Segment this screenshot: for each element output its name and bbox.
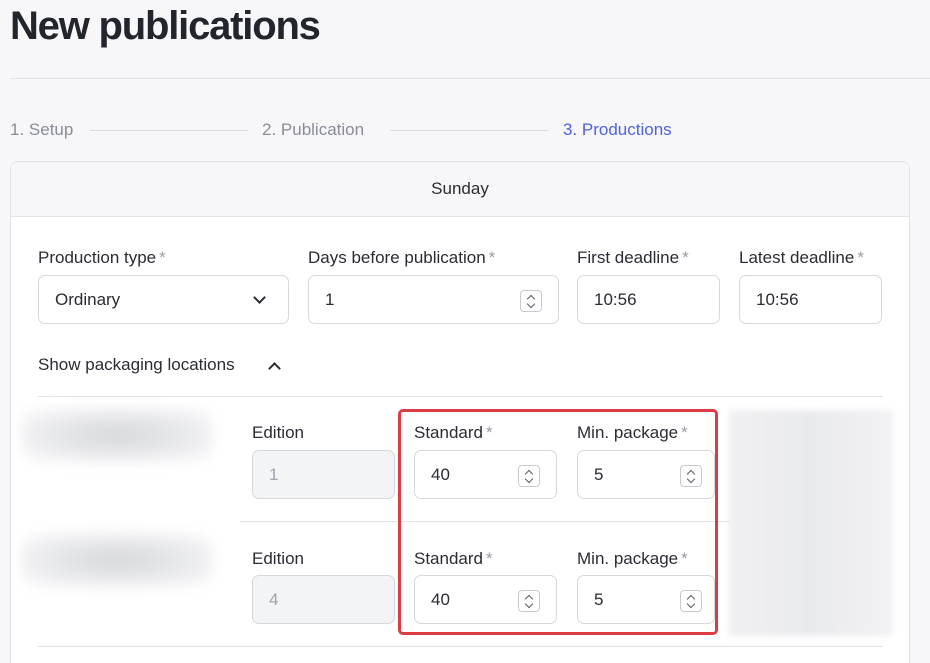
card-header-day: Sunday [11,162,909,217]
row-divider [240,521,730,522]
standard-input[interactable]: 40 [414,450,557,499]
step-connector [390,130,548,131]
required-marker: * [682,248,689,267]
edition-value: 1 [269,464,279,484]
spinner-icon[interactable] [520,290,542,312]
min-package-input[interactable]: 5 [577,575,715,624]
min-package-input[interactable]: 5 [577,450,715,499]
redacted-column [729,410,893,636]
days-before-input[interactable]: 1 [308,275,559,324]
step-productions[interactable]: 3. Productions [563,118,672,142]
step-setup[interactable]: 1. Setup [10,118,73,142]
first-deadline-label: First deadline * [577,248,689,267]
first-deadline-value: 10:56 [594,289,637,309]
edition-label: Edition [252,549,304,568]
spinner-icon[interactable] [518,590,540,612]
edition-label: Edition [252,423,304,442]
spinner-icon[interactable] [680,465,702,487]
required-marker: * [159,248,166,267]
page-title: New publications [10,4,321,48]
days-before-label: Days before publication * [308,248,496,267]
spinner-icon[interactable] [680,590,702,612]
redacted-location-name [22,408,212,462]
standard-input[interactable]: 40 [414,575,557,624]
redacted-location-name [22,533,212,587]
min-package-label: Min. package * [577,423,688,442]
section-divider [38,646,883,647]
min-package-label: Min. package * [577,549,688,568]
required-marker: * [681,423,688,442]
edition-input: 4 [252,575,395,624]
stepper: 1. Setup 2. Publication 3. Productions [10,118,910,142]
spinner-icon[interactable] [518,465,540,487]
required-marker: * [486,423,493,442]
section-divider [38,396,883,397]
title-divider [10,78,930,79]
required-marker: * [857,248,864,267]
required-marker: * [488,248,496,267]
edition-input: 1 [252,450,395,499]
required-marker: * [486,549,493,568]
latest-deadline-value: 10:56 [756,289,799,309]
latest-deadline-input[interactable]: 10:56 [739,275,882,324]
packaging-toggle[interactable]: Show packaging locations [38,355,235,375]
first-deadline-input[interactable]: 10:56 [577,275,720,324]
required-marker: * [681,549,688,568]
production-type-select[interactable]: Ordinary [38,275,289,324]
edition-value: 4 [269,589,279,609]
production-type-value: Ordinary [55,289,121,309]
step-publication[interactable]: 2. Publication [262,118,364,142]
standard-label: Standard * [414,549,493,568]
step-connector [90,130,248,131]
production-type-label: Production type * [38,248,166,267]
standard-label: Standard * [414,423,493,442]
latest-deadline-label: Latest deadline * [739,248,864,267]
